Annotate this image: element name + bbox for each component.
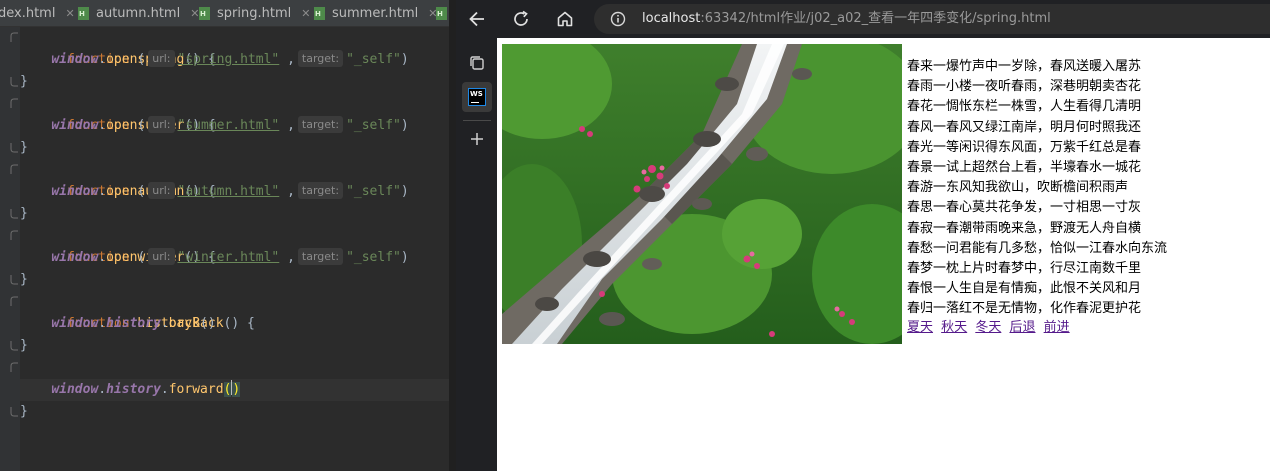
poem-line: 春寂一春潮带雨晚来急，野渡无人舟自横 [907,220,1142,236]
tab-spring-html[interactable]: spring.html ✕ [199,0,310,26]
code-line: window.open(url: "autumn.html" , target: "_… [51,182,409,199]
code-line-current: window.history.forward() [20,379,449,401]
tab-label: autumn.html [96,5,181,21]
poem-line: 春风一春风又绿江南岸，明月何时照我还 [907,119,1142,135]
param-hint: url: [148,248,175,265]
poem-line: 春恨一人生自是有情痴，此恨不关风和月 [907,281,1142,297]
poem-line: 春愁一问君能有几多愁，恰似一江春水向东流 [907,240,1168,256]
webstorm-tab[interactable]: WS [462,82,492,112]
html-file-icon [314,6,325,20]
code-line: function winter() { [10,225,449,265]
new-tab-button[interactable] [462,124,492,154]
code-line: function autumn() { [10,159,449,199]
winter-link[interactable]: 冬天 [975,320,1001,335]
refresh-icon [514,10,528,26]
param-hint: target: [297,182,344,199]
fold-icon[interactable] [10,296,19,307]
tab-summer-html[interactable]: summer.html ✕ [314,0,437,26]
fold-icon[interactable] [10,362,19,373]
param-hint: url: [148,50,175,67]
param-hint: target: [297,248,344,265]
param-hint: url: [148,116,175,133]
poem-line: 春思一春心莫共花争发，一寸相思一寸灰 [907,200,1142,216]
page-viewport: 春来一爆竹声中一岁除，春风送暖入屠苏 春雨一小楼一夜听春雨，深巷明朝卖杏花 春花… [497,38,1270,471]
webstorm-logo-icon: WS [468,88,486,106]
tab-autumn-html[interactable]: autumn.html ✕ [78,0,199,26]
summer-link[interactable]: 夏天 [907,320,933,335]
poem-line: 春来一爆竹声中一岁除，春风送暖入屠苏 [907,59,1142,74]
code-editor-pane: dex.html ✕ autumn.html ✕ spring.html ✕ s… [0,0,449,471]
close-icon[interactable]: ✕ [301,7,310,20]
poem-line: 春光一等闲识得东风面，万紫千红总是春 [907,139,1142,155]
browser-window: localhost:63342/html作业/j02_a02_查看一年四季变化/… [456,0,1270,471]
fold-icon[interactable] [10,230,19,241]
poem-line: 春雨一小楼一夜听春雨，深巷明朝卖杏花 [907,79,1142,95]
html-file-icon [436,6,447,20]
refresh-button[interactable] [507,6,535,32]
browser-toolbar: localhost:63342/html作业/j02_a02_查看一年四季变化/… [456,0,1270,38]
address-bar[interactable]: localhost:63342/html作业/j02_a02_查看一年四季变化/… [594,4,1270,34]
info-icon[interactable] [610,11,626,27]
season-nav: 夏天 秋天 冬天 后退 前进 [907,318,1074,338]
editor-gutter [0,27,20,471]
code-line: window.open(url: "spring.html" , target: "_… [51,50,409,67]
fold-end-icon[interactable] [10,340,19,351]
plus-icon [471,133,483,145]
param-hint: target: [297,116,344,133]
param-hint: url: [148,182,175,199]
fold-end-icon[interactable] [10,406,19,417]
tab-label: summer.html [332,5,419,21]
code-line: function spring() { [10,27,449,67]
tab-index-html[interactable]: dex.html ✕ [0,0,75,26]
code-line: } [10,71,449,93]
code-area[interactable]: function spring() { window.open(url:"spr… [10,27,449,471]
code-line: window.history.back() [51,316,216,331]
fold-icon[interactable] [10,164,19,175]
close-icon[interactable]: ✕ [65,7,74,20]
fold-end-icon[interactable] [10,274,19,285]
tab-label: dex.html [0,5,56,21]
fold-icon[interactable] [10,98,19,109]
code-line: window.open(url: "winter.html" , target: "_… [51,248,409,265]
fold-end-icon[interactable] [10,208,19,219]
tab-overflow[interactable] [436,0,449,26]
code-line: window.open(url: "summer.html" , target: "_… [51,116,409,133]
code-line: } [10,137,449,159]
code-line: function summer() { [10,93,449,133]
home-icon [557,11,573,27]
poem-text: 春来一爆竹声中一岁除，春风送暖入屠苏 春雨一小楼一夜听春雨，深巷明朝卖杏花 春花… [907,57,1267,320]
html-file-icon [199,6,210,20]
code-line: } [10,269,449,291]
history-forward-link[interactable]: 前进 [1044,320,1070,335]
landscape-image [502,44,902,344]
home-button[interactable] [551,6,579,32]
tab-label: spring.html [217,5,292,21]
editor-tab-bar: dex.html ✕ autumn.html ✕ spring.html ✕ s… [0,0,449,27]
back-button[interactable] [463,6,491,32]
code-line: } [10,335,449,357]
code-line: function historyForward() { [10,357,449,397]
fold-end-icon[interactable] [10,76,19,87]
html-file-icon [78,6,89,20]
history-back-link[interactable]: 后退 [1009,320,1035,335]
fold-end-icon[interactable] [10,142,19,153]
browser-sidebar: WS [456,38,497,471]
code-line: function historyBack() { [10,291,449,331]
poem-line: 春花一惆怅东栏一株雪，人生看得几清明 [907,99,1142,115]
arrow-left-icon [469,11,484,27]
param-hint: target: [297,50,344,67]
poem-line: 春游一东风知我欲山，吹断檐间积雨声 [907,180,1129,196]
poem-line: 春梦一枕上片时春梦中，行尽江南数千里 [907,261,1142,277]
divider [463,120,491,121]
autumn-link[interactable]: 秋天 [941,320,967,335]
poem-line: 春归一落红不是无情物，化作春泥更护花 [907,301,1142,317]
url-text[interactable]: localhost:63342/html作业/j02_a02_查看一年四季变化/… [642,4,1051,34]
fold-icon[interactable] [10,32,19,43]
pane-divider[interactable] [449,0,456,471]
code-line: } [10,401,449,423]
tabs-icon [470,56,484,70]
tab-actions-button[interactable] [462,48,492,78]
code-line: } [10,203,449,225]
poem-line: 春景一试上超然台上看，半壕春水一城花 [907,160,1142,176]
